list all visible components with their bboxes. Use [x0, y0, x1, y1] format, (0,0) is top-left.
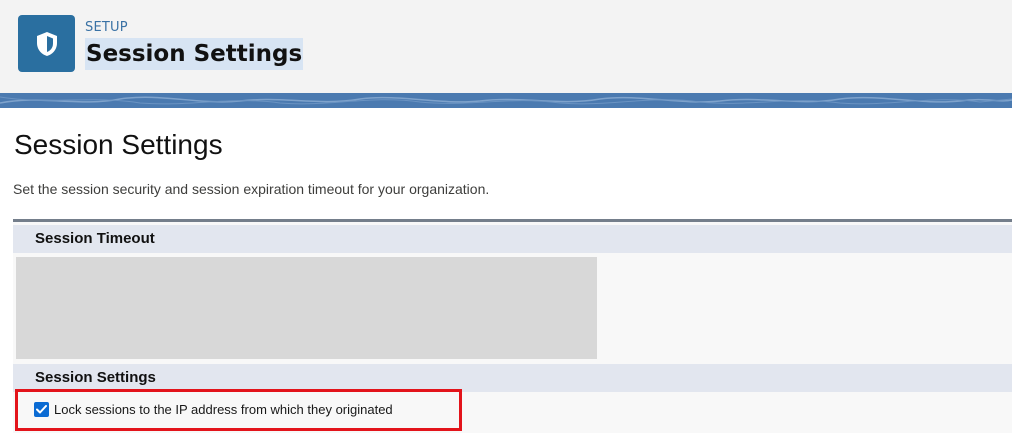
shield-icon — [36, 31, 57, 56]
highlight-box — [15, 389, 462, 431]
setup-app-icon — [18, 15, 75, 72]
session-timeout-content-placeholder — [16, 257, 597, 359]
setup-header: SETUP Session Settings — [0, 0, 1012, 93]
section-header-label: Session Timeout — [35, 230, 155, 247]
header-banner — [0, 93, 1012, 108]
header-title: Session Settings — [85, 38, 304, 70]
section-header-label: Session Settings — [35, 369, 156, 386]
page-description: Set the session security and session exp… — [13, 181, 490, 197]
section-header-session-timeout: Session Timeout — [13, 225, 1012, 253]
section-header-session-settings: Session Settings — [13, 364, 1012, 392]
setup-breadcrumb[interactable]: SETUP — [85, 20, 128, 35]
page-title: Session Settings — [14, 129, 223, 160]
